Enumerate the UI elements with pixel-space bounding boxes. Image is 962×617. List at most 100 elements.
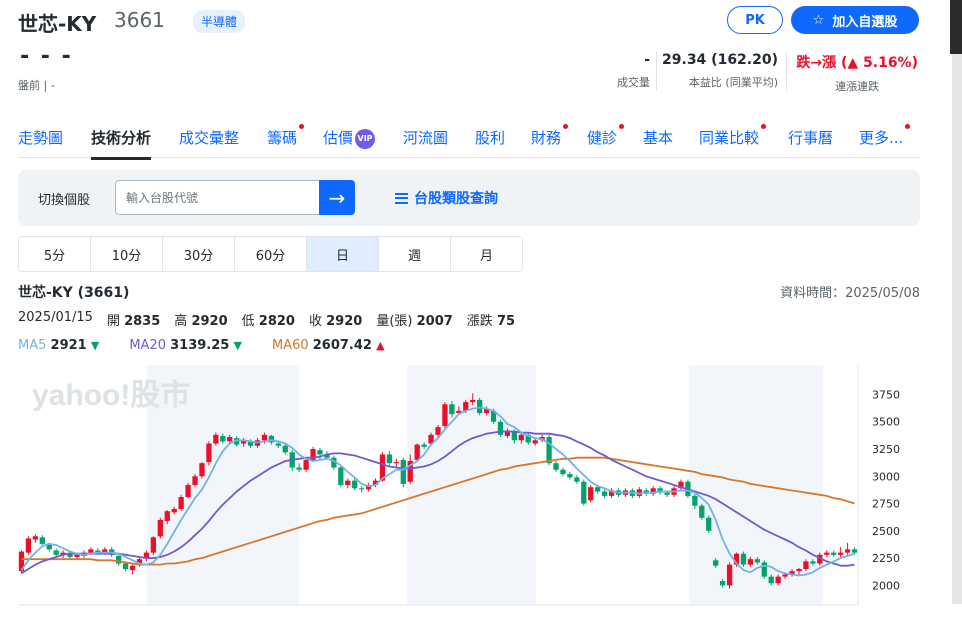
ohlc-volume: 量(張) 2007 bbox=[376, 310, 452, 329]
tab-0[interactable]: 走勢圖 bbox=[18, 127, 63, 148]
interval-option[interactable]: 月 bbox=[451, 237, 522, 271]
candle-body bbox=[199, 463, 205, 477]
ma60-label: MA60 bbox=[271, 338, 309, 353]
tab-label: 基本 bbox=[643, 129, 674, 147]
candle-body bbox=[435, 427, 441, 435]
data-time: 資料時間：2025/05/08 bbox=[780, 286, 920, 301]
volume-stat: - 成交量 bbox=[617, 52, 650, 90]
candle-body bbox=[150, 537, 157, 553]
interval-option[interactable]: 10分 bbox=[91, 237, 163, 271]
candle-body bbox=[39, 537, 45, 544]
interval-option[interactable]: 30分 bbox=[163, 237, 235, 271]
quote-row: - - - 盤前 | - - 成交量 29.34 (162.20) 本益比 (同… bbox=[18, 44, 920, 94]
pe-value: 29.34 (162.20) bbox=[662, 52, 778, 68]
list-icon bbox=[395, 192, 408, 204]
ma20-legend: MA20 3139.25 ▼ bbox=[129, 338, 242, 353]
low-label: 低 bbox=[241, 314, 255, 329]
interval-option[interactable]: 5分 bbox=[19, 237, 91, 271]
chart-svg[interactable]: yahoo!股市 3750 3500 3250 3000 2750 2500 2250 2000 bbox=[18, 365, 920, 607]
candle-body bbox=[754, 559, 760, 563]
down-triangle-icon: ▼ bbox=[90, 339, 100, 352]
arrow-right-icon: → bbox=[328, 185, 346, 210]
candle-body bbox=[122, 563, 129, 569]
candle-body bbox=[206, 443, 212, 463]
candle-body bbox=[511, 431, 518, 441]
notification-dot-icon bbox=[619, 124, 625, 129]
candle-body bbox=[747, 559, 754, 565]
candle-body bbox=[129, 565, 136, 571]
current-price: - - - bbox=[20, 44, 73, 69]
ma-legend: MA5 2921 ▼ MA20 3139.25 ▼ MA60 2607.42 ▲ bbox=[18, 338, 385, 353]
add-watchlist-label: 加入自選股 bbox=[832, 14, 898, 30]
tab-7[interactable]: 財務 bbox=[531, 124, 569, 148]
candle-body bbox=[442, 404, 448, 427]
page-scrollbar[interactable] bbox=[950, 0, 962, 617]
candle-body bbox=[157, 519, 163, 537]
ma20-value: 3139.25 bbox=[170, 338, 230, 353]
search-submit-button[interactable]: → bbox=[319, 180, 355, 215]
streak-label: 連漲連跌 bbox=[835, 80, 880, 93]
tab-12[interactable]: 更多... bbox=[859, 124, 911, 148]
open-label: 開 bbox=[106, 314, 120, 329]
ohlc-change: 漲跌 75 bbox=[467, 310, 515, 329]
y-tick-label: 3750 bbox=[872, 388, 900, 401]
tab-9[interactable]: 基本 bbox=[643, 127, 673, 148]
candle-body bbox=[692, 495, 698, 506]
candle-body bbox=[345, 480, 351, 485]
category-search-link[interactable]: 台股類股查詢 bbox=[395, 188, 498, 208]
volume-label: 量(張) bbox=[376, 314, 413, 329]
open-value: 2835 bbox=[124, 314, 161, 329]
low-value: 2820 bbox=[258, 314, 295, 329]
candle-body bbox=[213, 434, 219, 444]
tab-10[interactable]: 同業比較 bbox=[699, 124, 767, 148]
candle-body bbox=[164, 511, 170, 521]
ohlc-date: 2025/01/15 bbox=[18, 310, 93, 325]
candle-body bbox=[352, 480, 358, 489]
tab-2[interactable]: 成交彙整 bbox=[179, 127, 239, 148]
tab-3[interactable]: 籌碼 bbox=[267, 124, 305, 148]
tab-1[interactable]: 技術分析 bbox=[91, 127, 152, 160]
close-value: 2920 bbox=[326, 314, 363, 329]
scrollbar-track[interactable] bbox=[952, 54, 962, 604]
stock-header: 世芯-KY 3661 半導體 PK ☆ 加入自選股 bbox=[18, 6, 920, 36]
candlestick-chart[interactable]: yahoo!股市 3750 3500 3250 3000 2750 2500 2250 2000 bbox=[18, 365, 920, 607]
tab-label: 健診 bbox=[587, 129, 618, 147]
interval-option[interactable]: 日 bbox=[307, 237, 379, 271]
ohlc-close: 收 2920 bbox=[309, 310, 362, 329]
candle-body bbox=[227, 437, 233, 442]
interval-option[interactable]: 週 bbox=[379, 237, 451, 271]
interval-option[interactable]: 60分 bbox=[235, 237, 307, 271]
stat-divider bbox=[656, 52, 657, 90]
ohlc-open: 開 2835 bbox=[107, 310, 160, 329]
tab-6[interactable]: 股利 bbox=[475, 127, 505, 148]
stock-code: 3661 bbox=[114, 8, 165, 32]
pe-stat: 29.34 (162.20) 本益比 (同業平均) bbox=[662, 52, 778, 90]
y-tick-label: 2750 bbox=[872, 498, 900, 511]
y-tick-label: 2250 bbox=[872, 552, 900, 565]
candle-body bbox=[560, 469, 566, 475]
candle-body bbox=[601, 491, 608, 496]
y-tick-label: 3250 bbox=[872, 443, 900, 456]
stock-search-input[interactable] bbox=[115, 180, 320, 215]
y-tick-label: 3000 bbox=[872, 470, 900, 483]
down-triangle-icon: ▼ bbox=[233, 339, 242, 352]
ma20-label: MA20 bbox=[129, 338, 166, 353]
change-value: 75 bbox=[496, 314, 516, 329]
candle-body bbox=[761, 562, 767, 577]
tab-5[interactable]: 河流圖 bbox=[403, 127, 448, 148]
tab-8[interactable]: 健診 bbox=[587, 124, 625, 148]
candle-body bbox=[664, 492, 670, 495]
tab-4[interactable]: 估價 VIP bbox=[323, 127, 376, 149]
ma5-value: 2921 bbox=[50, 338, 87, 353]
sector-badge[interactable]: 半導體 bbox=[193, 10, 246, 33]
candle-body bbox=[518, 434, 524, 441]
candle-body bbox=[831, 552, 837, 555]
candle-body bbox=[171, 509, 177, 513]
ohlc-low: 低 2820 bbox=[242, 310, 295, 329]
candle-body bbox=[185, 485, 191, 497]
pk-button[interactable]: PK bbox=[727, 6, 783, 34]
ma60-legend: MA60 2607.42 ▲ bbox=[272, 338, 385, 353]
tab-11[interactable]: 行事曆 bbox=[788, 127, 833, 148]
candle-body bbox=[713, 560, 719, 566]
add-watchlist-button[interactable]: ☆ 加入自選股 bbox=[791, 6, 919, 34]
